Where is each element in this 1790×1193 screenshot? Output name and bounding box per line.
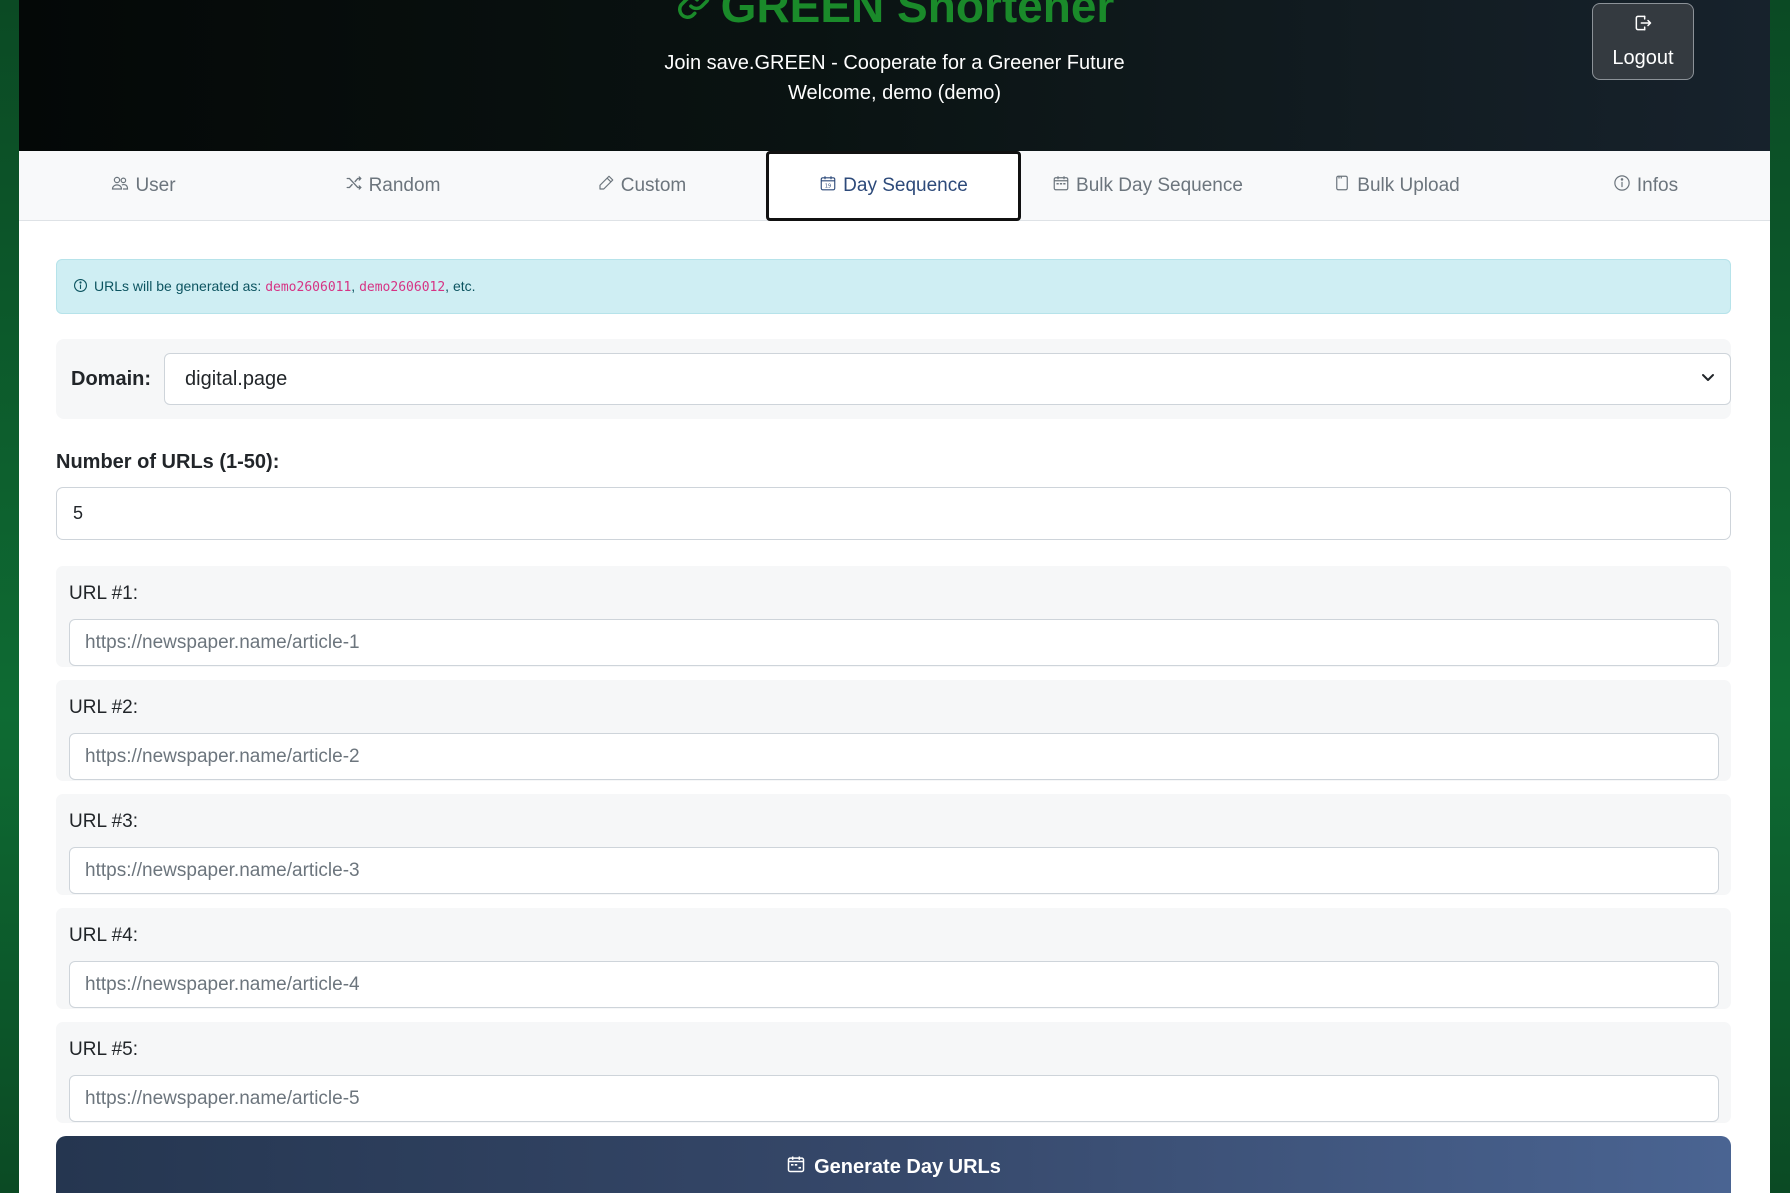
tab-label: Custom [620, 174, 687, 196]
url-count-label: Number of URLs (1-50): [56, 451, 280, 473]
url-input[interactable]: https://newspaper.name/article-1 [69, 619, 1719, 666]
url-label: URL #4: [69, 925, 138, 946]
tab-label: Bulk Upload [1357, 174, 1460, 196]
day-sequence-panel: URLs will be generated as: demo2606011 , … [56, 259, 1731, 1193]
alert-prefix: URLs will be generated as: [94, 278, 266, 294]
url-label: URL #3: [69, 811, 138, 832]
tab-day-sequence[interactable]: 19 Day Sequence [766, 151, 1021, 221]
url-group: URL #4: https://newspaper.name/article-4 [56, 908, 1731, 1009]
url-group: URL #3: https://newspaper.name/article-3 [56, 794, 1731, 895]
people-icon [111, 174, 129, 198]
alert-suffix: , etc. [445, 278, 476, 294]
generate-day-urls-button[interactable]: Generate Day URLs [56, 1136, 1731, 1193]
tab-label: Infos [1636, 174, 1679, 196]
example-code: demo2606012 [359, 280, 446, 295]
domain-label: Domain: [71, 367, 151, 390]
example-code: demo2606011 [265, 280, 352, 295]
welcome-text: Welcome, demo (demo) [787, 82, 1002, 104]
url-label: URL #2: [69, 697, 138, 718]
brand-title: GREEN Shortener [19, 0, 1770, 34]
url-label: URL #5: [69, 1039, 138, 1060]
tab-bulk-day-sequence[interactable]: Bulk Day Sequence [1023, 151, 1272, 220]
subtitle: Join save.GREEN - Cooperate for a Greene… [664, 52, 1125, 74]
url-placeholder: https://newspaper.name/article-4 [85, 973, 360, 995]
logout-label: Logout [1612, 47, 1674, 69]
tab-custom[interactable]: Custom [517, 151, 766, 220]
tab-user[interactable]: User [19, 151, 268, 220]
url-group: URL #1: https://newspaper.name/article-1 [56, 566, 1731, 667]
url-input[interactable]: https://newspaper.name/article-4 [69, 961, 1719, 1008]
main-card: GREEN Shortener Join save.GREEN - Cooper… [19, 0, 1770, 1193]
tab-label: Random [368, 174, 441, 196]
background-left [0, 0, 19, 1193]
calendar-icon [786, 1154, 806, 1180]
tab-bar: User Random Custom 19 Day Sequence Bulk … [19, 151, 1770, 221]
domain-value: digital.page [185, 367, 288, 390]
header: GREEN Shortener Join save.GREEN - Cooper… [19, 0, 1770, 151]
url-count-value: 5 [73, 503, 84, 523]
logout-icon [1633, 13, 1653, 39]
alert-text: URLs will be generated as: demo2606011 , … [94, 278, 476, 295]
url-count-input[interactable]: 5 [56, 487, 1731, 540]
info-alert: URLs will be generated as: demo2606011 , … [56, 259, 1731, 314]
generate-label: Generate Day URLs [814, 1155, 1001, 1178]
alert-separator: , [351, 278, 360, 294]
background-right [1770, 0, 1790, 1193]
chevron-down-icon [1700, 368, 1716, 391]
url-placeholder: https://newspaper.name/article-3 [85, 859, 360, 881]
logout-button[interactable]: Logout [1592, 3, 1694, 80]
url-group: URL #5: https://newspaper.name/article-5 [56, 1022, 1731, 1123]
url-placeholder: https://newspaper.name/article-2 [85, 745, 360, 767]
url-group: URL #2: https://newspaper.name/article-2 [56, 680, 1731, 781]
tab-label: User [135, 174, 176, 196]
tab-label: Bulk Day Sequence [1076, 174, 1243, 196]
info-icon [73, 278, 88, 296]
shuffle-icon [345, 174, 363, 198]
domain-section: Domain: digital.page [56, 339, 1731, 419]
link-icon [675, 0, 713, 34]
file-icon [1333, 174, 1351, 198]
url-placeholder: https://newspaper.name/article-5 [85, 1087, 360, 1109]
pencil-icon [597, 174, 615, 198]
svg-text:19: 19 [825, 184, 831, 190]
info-icon [1613, 174, 1631, 198]
url-input[interactable]: https://newspaper.name/article-3 [69, 847, 1719, 894]
tab-random[interactable]: Random [268, 151, 517, 220]
url-input[interactable]: https://newspaper.name/article-5 [69, 1075, 1719, 1122]
calendar-date-icon: 19 [819, 174, 837, 198]
calendar-icon [1052, 174, 1070, 198]
brand-text: GREEN Shortener [720, 0, 1115, 32]
tab-bulk-upload[interactable]: Bulk Upload [1272, 151, 1521, 220]
url-input[interactable]: https://newspaper.name/article-2 [69, 733, 1719, 780]
tab-label: Day Sequence [843, 175, 968, 196]
domain-select[interactable]: digital.page [164, 353, 1731, 405]
tab-infos[interactable]: Infos [1521, 151, 1770, 220]
url-placeholder: https://newspaper.name/article-1 [85, 631, 360, 653]
url-label: URL #1: [69, 583, 138, 604]
